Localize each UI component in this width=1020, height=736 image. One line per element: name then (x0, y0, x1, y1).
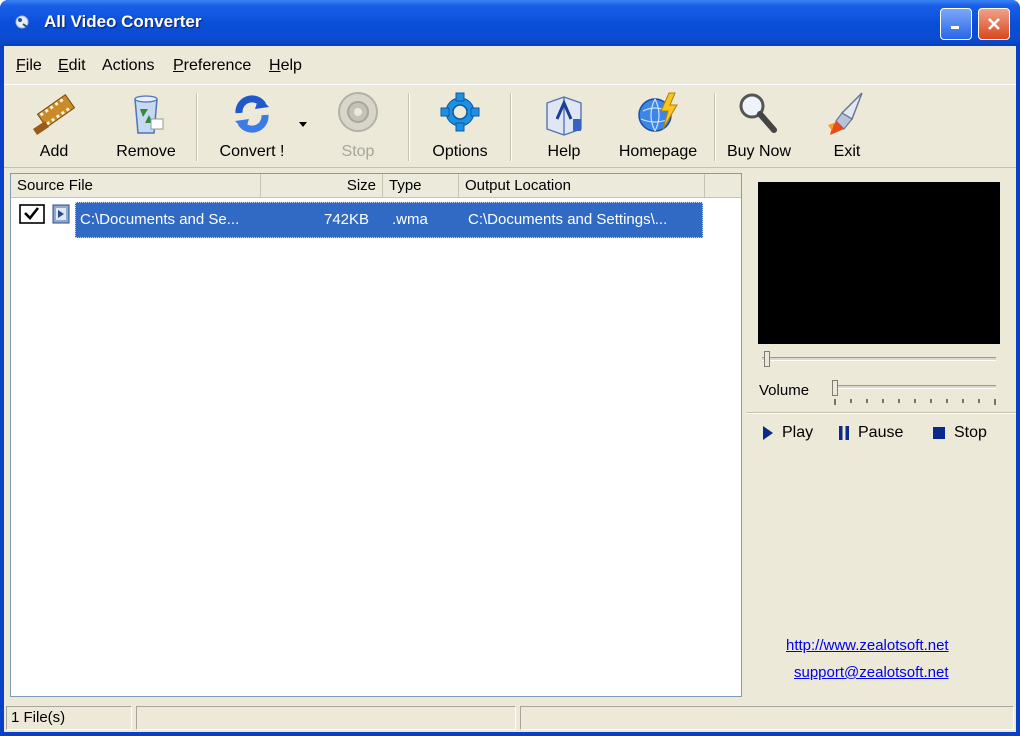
app-icon (15, 15, 29, 29)
pause-label: Pause (858, 424, 904, 441)
toolbar-separator (510, 93, 512, 161)
menu-edit[interactable]: Edit (58, 57, 86, 75)
options-button[interactable]: Options (422, 87, 498, 165)
cell-type: .wma (392, 211, 428, 228)
menu-preference-label: reference (183, 57, 252, 74)
client-area: File Edit Actions Preference Help Add Re… (4, 46, 1016, 732)
remove-button[interactable]: Remove (104, 87, 188, 165)
preview-panel: Volume Play Pause Stop http://www.zealot… (746, 173, 1016, 697)
remove-label: Remove (116, 143, 176, 160)
film-add-icon (33, 93, 76, 135)
homepage-label: Homepage (618, 143, 698, 160)
volume-slider-track[interactable] (832, 385, 996, 389)
globe-lightning-icon (638, 92, 678, 132)
pause-icon (839, 426, 849, 440)
recycle-bin-icon (134, 95, 164, 134)
minimize-button[interactable] (940, 8, 972, 40)
help-button[interactable]: Help (526, 87, 602, 165)
menu-preference[interactable]: Preference (173, 57, 251, 75)
seek-slider-thumb[interactable] (764, 351, 770, 367)
play-label: Play (782, 424, 814, 441)
close-icon (988, 18, 1000, 30)
convert-label: Convert ! (219, 143, 285, 160)
volume-ticks (834, 399, 996, 405)
play-icon (763, 426, 773, 440)
player-stop-button[interactable]: Stop (932, 424, 987, 442)
row-checkbox[interactable] (19, 204, 45, 224)
stop-label: Stop (341, 143, 375, 160)
seek-slider-track[interactable] (762, 357, 996, 361)
row-selection: C:\Documents and Se... 742KB .wma C:\Doc… (75, 202, 703, 238)
menu-edit-label: dit (68, 57, 86, 74)
exit-button[interactable]: Exit (812, 87, 882, 165)
add-button[interactable]: Add (18, 87, 90, 165)
pause-button[interactable]: Pause (838, 424, 903, 442)
list-header: Source File Size Type Output Location (11, 174, 741, 198)
support-link[interactable]: support@zealotsoft.net (794, 664, 948, 681)
column-header-size[interactable]: Size (261, 174, 383, 197)
homepage-button[interactable]: Homepage (610, 87, 706, 165)
menu-actions-label: Actions (102, 57, 155, 74)
menu-edit-mnemonic: E (58, 57, 69, 74)
column-header-source-file[interactable]: Source File (11, 174, 261, 197)
volume-label: Volume (759, 382, 810, 399)
menu-bar: File Edit Actions Preference Help (4, 46, 1016, 84)
close-button[interactable] (978, 8, 1010, 40)
magnifier-icon (739, 93, 777, 133)
cell-output-location: C:\Documents and Settings\... (468, 211, 668, 228)
exit-label: Exit (833, 143, 861, 160)
status-cell-2 (136, 706, 516, 730)
table-row[interactable]: C:\Documents and Se... 742KB .wma C:\Doc… (11, 202, 741, 238)
help-label: Help (547, 143, 581, 160)
status-bar: 1 File(s) (4, 702, 1016, 732)
media-file-icon (52, 204, 70, 224)
cell-source-file: C:\Documents and Se... (80, 211, 240, 228)
menu-file-mnemonic: F (16, 57, 26, 74)
gear-icon (440, 92, 480, 132)
website-link[interactable]: http://www.zealotsoft.net (786, 637, 949, 654)
title-bar[interactable]: All Video Converter (0, 0, 1020, 46)
convert-button[interactable]: Convert ! (210, 87, 294, 165)
file-list[interactable]: Source File Size Type Output Location C:… (10, 173, 742, 697)
convert-dropdown-icon[interactable] (298, 119, 308, 129)
toolbar-separator (408, 93, 410, 161)
player-stop-label: Stop (954, 424, 987, 441)
toolbar-separator (714, 93, 716, 161)
stop-button[interactable]: Stop (322, 87, 394, 165)
cell-size: 742KB (324, 211, 370, 228)
convert-arrows-icon (235, 95, 269, 133)
buy-now-label: Buy Now (726, 143, 792, 160)
menu-help-label: elp (280, 57, 302, 74)
buy-now-button[interactable]: Buy Now (720, 87, 798, 165)
add-label: Add (39, 143, 69, 160)
options-label: Options (432, 143, 488, 160)
status-file-count: 1 File(s) (6, 706, 132, 730)
toolbar-separator (196, 93, 198, 161)
volume-slider-thumb[interactable] (832, 380, 838, 396)
status-cell-3 (520, 706, 1014, 730)
panel-divider (746, 412, 1016, 414)
menu-actions[interactable]: Actions (102, 57, 154, 75)
menu-file[interactable]: File (16, 57, 42, 75)
menu-file-label: ile (25, 57, 42, 74)
toolbar: Add Remove Convert ! Stop Options Help H… (4, 84, 1016, 168)
help-book-icon (546, 96, 582, 136)
column-header-output-location[interactable]: Output Location (459, 174, 705, 197)
minimize-icon (951, 26, 959, 29)
menu-preference-mnemonic: P (173, 57, 184, 74)
window-title: All Video Converter (44, 12, 202, 31)
stop-icon (933, 427, 945, 439)
menu-help-mnemonic: H (269, 57, 281, 74)
app-window: All Video Converter File Edit Actions Pr… (0, 0, 1020, 736)
video-preview (758, 182, 1000, 344)
rocket-icon (828, 92, 863, 135)
stop-disc-icon (338, 92, 378, 132)
play-button[interactable]: Play (762, 424, 813, 442)
column-header-type[interactable]: Type (383, 174, 459, 197)
menu-help[interactable]: Help (269, 57, 302, 75)
